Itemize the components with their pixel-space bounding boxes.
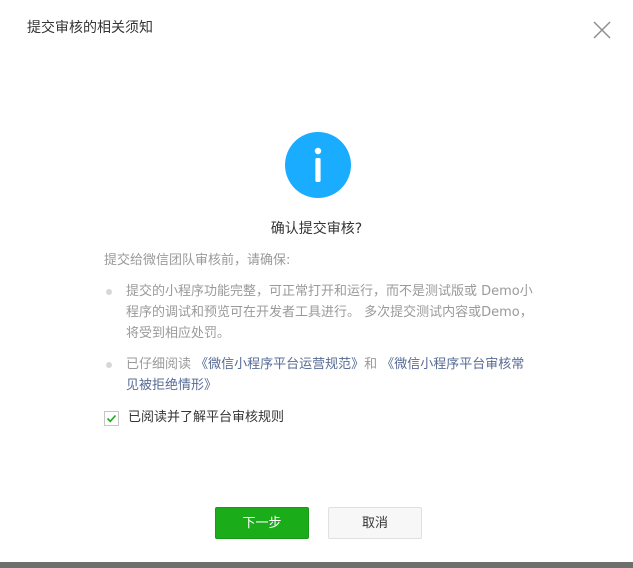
info-icon — [285, 132, 351, 198]
bullet-dot — [106, 362, 112, 368]
confirm-heading: 确认提交审核? — [270, 221, 363, 237]
cancel-button[interactable]: 取消 — [328, 507, 422, 539]
requirement-item-complete: 提交的小程序功能完整，可正常打开和运行，而不是测试版或 Demo小程序的调试和预… — [104, 281, 534, 344]
agreement-checkbox[interactable] — [104, 410, 119, 426]
agreement-row: 已阅读并了解平台审核规则 — [104, 408, 284, 428]
operation-rules-link[interactable]: 《微信小程序平台运营规范》 — [195, 357, 364, 372]
intro-text: 提交给微信团队审核前，请确保: — [104, 253, 291, 268]
submit-review-dialog: 提交审核的相关须知 确认提交审核? 提交给微信团队审核前，请确保: 提交的小程序… — [0, 0, 633, 562]
requirement-text: 已仔细阅读 《微信小程序平台运营规范》和 《微信小程序平台审核常见被拒绝情形》 — [126, 354, 534, 396]
requirement-text: 提交的小程序功能完整，可正常打开和运行，而不是测试版或 Demo小程序的调试和预… — [126, 284, 533, 341]
checkmark-icon — [106, 414, 117, 422]
dialog-title: 提交审核的相关须知 — [27, 20, 153, 36]
rules-prefix: 已仔细阅读 — [126, 357, 196, 372]
rules-joiner: 和 — [364, 357, 382, 372]
bullet-dot — [106, 289, 112, 295]
close-icon[interactable] — [592, 20, 612, 40]
next-step-button[interactable]: 下一步 — [215, 507, 309, 539]
requirement-item-rules: 已仔细阅读 《微信小程序平台运营规范》和 《微信小程序平台审核常见被拒绝情形》 — [104, 354, 534, 396]
bottom-bar — [0, 562, 633, 568]
agreement-label: 已阅读并了解平台审核规则 — [128, 410, 285, 425]
